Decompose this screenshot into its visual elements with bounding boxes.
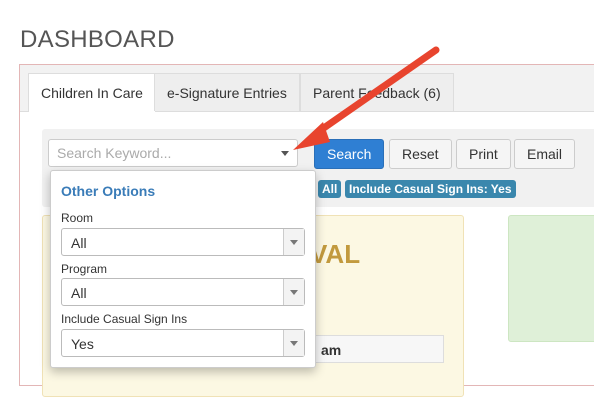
program-select[interactable]: All bbox=[61, 278, 305, 306]
search-input[interactable] bbox=[49, 140, 280, 166]
reset-button[interactable]: Reset bbox=[389, 139, 452, 169]
chevron-down-icon bbox=[290, 240, 298, 245]
casual-sign-ins-label: Include Casual Sign Ins bbox=[61, 312, 188, 326]
tab-parent-feedback[interactable]: Parent Feedback (6) bbox=[300, 73, 454, 111]
table-header: am bbox=[300, 335, 444, 363]
card-heading: VAL bbox=[310, 239, 361, 269]
casual-sign-ins-arrow[interactable] bbox=[283, 330, 304, 356]
print-button[interactable]: Print bbox=[456, 139, 511, 169]
room-select-arrow[interactable] bbox=[283, 229, 304, 255]
casual-sign-ins-select[interactable]: Yes bbox=[61, 329, 305, 357]
program-select-value: All bbox=[71, 285, 87, 301]
page-title: DASHBOARD bbox=[20, 26, 175, 53]
tab-children-in-care[interactable]: Children In Care bbox=[28, 73, 156, 112]
room-select-value: All bbox=[71, 235, 87, 251]
chevron-down-icon[interactable] bbox=[281, 151, 289, 156]
filter-badge-all: All bbox=[318, 180, 342, 198]
table-header-label: am bbox=[321, 342, 342, 358]
room-label: Room bbox=[61, 211, 94, 225]
program-label: Program bbox=[61, 262, 108, 276]
program-select-arrow[interactable] bbox=[283, 279, 304, 305]
search-field[interactable] bbox=[48, 139, 298, 167]
filter-badge-casual: Include Casual Sign Ins: Yes bbox=[345, 180, 516, 198]
tab-bar: Children In Care e-Signature Entries Par… bbox=[20, 65, 594, 112]
other-options-title: Other Options bbox=[61, 183, 156, 199]
room-select[interactable]: All bbox=[61, 228, 305, 256]
search-button[interactable]: Search bbox=[314, 139, 385, 169]
email-button[interactable]: Email bbox=[514, 139, 576, 169]
tab-e-signature-entries[interactable]: e-Signature Entries bbox=[154, 73, 300, 111]
status-card bbox=[508, 215, 594, 342]
chevron-down-icon bbox=[290, 341, 298, 346]
other-options-dropdown: Other Options Room All Program All Inclu… bbox=[50, 170, 316, 368]
chevron-down-icon bbox=[290, 290, 298, 295]
casual-sign-ins-value: Yes bbox=[71, 336, 94, 352]
